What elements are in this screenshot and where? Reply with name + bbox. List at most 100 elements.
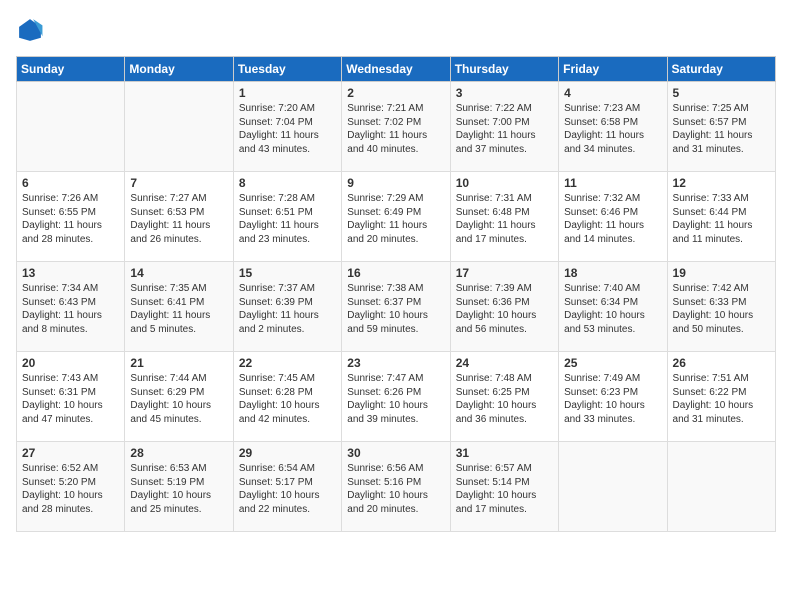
day-number: 14 — [130, 266, 227, 280]
cell-details: Sunrise: 7:49 AM Sunset: 6:23 PM Dayligh… — [564, 372, 661, 426]
calendar-table: SundayMondayTuesdayWednesdayThursdayFrid… — [16, 56, 776, 532]
cell-details: Sunrise: 7:29 AM Sunset: 6:49 PM Dayligh… — [347, 192, 444, 246]
calendar-cell — [667, 442, 775, 532]
day-number: 16 — [347, 266, 444, 280]
cell-details: Sunrise: 6:52 AM Sunset: 5:20 PM Dayligh… — [22, 462, 119, 516]
cell-details: Sunrise: 7:26 AM Sunset: 6:55 PM Dayligh… — [22, 192, 119, 246]
day-number: 29 — [239, 446, 336, 460]
calendar-cell: 9 Sunrise: 7:29 AM Sunset: 6:49 PM Daylig… — [342, 172, 450, 262]
cell-details: Sunrise: 7:32 AM Sunset: 6:46 PM Dayligh… — [564, 192, 661, 246]
day-header: Sunday — [17, 57, 125, 82]
calendar-cell: 30Sunrise: 6:56 AM Sunset: 5:16 PM Dayli… — [342, 442, 450, 532]
calendar-cell — [17, 82, 125, 172]
calendar-cell: 10Sunrise: 7:31 AM Sunset: 6:48 PM Dayli… — [450, 172, 558, 262]
cell-details: Sunrise: 7:28 AM Sunset: 6:51 PM Dayligh… — [239, 192, 336, 246]
calendar-cell: 7 Sunrise: 7:27 AM Sunset: 6:53 PM Daylig… — [125, 172, 233, 262]
calendar-cell: 8Sunrise: 7:28 AM Sunset: 6:51 PM Daylig… — [233, 172, 341, 262]
day-number: 3 — [456, 86, 553, 100]
calendar-week-row: 13Sunrise: 7:34 AM Sunset: 6:43 PM Dayli… — [17, 262, 776, 352]
cell-details: Sunrise: 7:38 AM Sunset: 6:37 PM Dayligh… — [347, 282, 444, 336]
calendar-cell: 11 Sunrise: 7:32 AM Sunset: 6:46 PM Dayli… — [559, 172, 667, 262]
cell-details: Sunrise: 7:21 AM Sunset: 7:02 PM Dayligh… — [347, 102, 444, 156]
calendar-cell: 13Sunrise: 7:34 AM Sunset: 6:43 PM Dayli… — [17, 262, 125, 352]
cell-details: Sunrise: 7:47 AM Sunset: 6:26 PM Dayligh… — [347, 372, 444, 426]
day-number: 30 — [347, 446, 444, 460]
cell-details: Sunrise: 7:27 AM Sunset: 6:53 PM Dayligh… — [130, 192, 227, 246]
calendar-cell: 20Sunrise: 7:43 AM Sunset: 6:31 PM Dayli… — [17, 352, 125, 442]
cell-details: Sunrise: 7:23 AM Sunset: 6:58 PM Dayligh… — [564, 102, 661, 156]
day-header: Saturday — [667, 57, 775, 82]
day-number: 24 — [456, 356, 553, 370]
calendar-cell: 31 Sunrise: 6:57 AM Sunset: 5:14 PM Dayli… — [450, 442, 558, 532]
calendar-cell: 26Sunrise: 7:51 AM Sunset: 6:22 PM Dayli… — [667, 352, 775, 442]
calendar-week-row: 6 Sunrise: 7:26 AM Sunset: 6:55 PM Daylig… — [17, 172, 776, 262]
day-header: Monday — [125, 57, 233, 82]
day-number: 10 — [456, 176, 553, 190]
calendar-cell: 2 Sunrise: 7:21 AM Sunset: 7:02 PM Daylig… — [342, 82, 450, 172]
calendar-week-row: 20Sunrise: 7:43 AM Sunset: 6:31 PM Dayli… — [17, 352, 776, 442]
cell-details: Sunrise: 7:45 AM Sunset: 6:28 PM Dayligh… — [239, 372, 336, 426]
day-number: 25 — [564, 356, 661, 370]
day-number: 23 — [347, 356, 444, 370]
day-number: 21 — [130, 356, 227, 370]
calendar-cell: 25 Sunrise: 7:49 AM Sunset: 6:23 PM Dayli… — [559, 352, 667, 442]
day-number: 2 — [347, 86, 444, 100]
calendar-cell: 16 Sunrise: 7:38 AM Sunset: 6:37 PM Dayli… — [342, 262, 450, 352]
calendar-cell: 3 Sunrise: 7:22 AM Sunset: 7:00 PM Daylig… — [450, 82, 558, 172]
cell-details: Sunrise: 7:51 AM Sunset: 6:22 PM Dayligh… — [673, 372, 770, 426]
logo-icon — [16, 16, 44, 44]
cell-details: Sunrise: 7:22 AM Sunset: 7:00 PM Dayligh… — [456, 102, 553, 156]
day-number: 28 — [130, 446, 227, 460]
cell-details: Sunrise: 6:53 AM Sunset: 5:19 PM Dayligh… — [130, 462, 227, 516]
cell-details: Sunrise: 7:33 AM Sunset: 6:44 PM Dayligh… — [673, 192, 770, 246]
day-number: 11 — [564, 176, 661, 190]
cell-details: Sunrise: 7:37 AM Sunset: 6:39 PM Dayligh… — [239, 282, 336, 336]
calendar-cell — [125, 82, 233, 172]
calendar-cell: 23 Sunrise: 7:47 AM Sunset: 6:26 PM Dayli… — [342, 352, 450, 442]
day-number: 6 — [22, 176, 119, 190]
calendar-cell: 29 Sunrise: 6:54 AM Sunset: 5:17 PM Dayli… — [233, 442, 341, 532]
day-number: 7 — [130, 176, 227, 190]
calendar-week-row: 1Sunrise: 7:20 AM Sunset: 7:04 PM Daylig… — [17, 82, 776, 172]
cell-details: Sunrise: 7:39 AM Sunset: 6:36 PM Dayligh… — [456, 282, 553, 336]
day-header: Thursday — [450, 57, 558, 82]
cell-details: Sunrise: 6:57 AM Sunset: 5:14 PM Dayligh… — [456, 462, 553, 516]
cell-details: Sunrise: 7:25 AM Sunset: 6:57 PM Dayligh… — [673, 102, 770, 156]
calendar-week-row: 27 Sunrise: 6:52 AM Sunset: 5:20 PM Dayli… — [17, 442, 776, 532]
calendar-cell: 27 Sunrise: 6:52 AM Sunset: 5:20 PM Dayli… — [17, 442, 125, 532]
page-header — [16, 16, 776, 44]
logo — [16, 16, 48, 44]
day-number: 31 — [456, 446, 553, 460]
calendar-cell — [559, 442, 667, 532]
calendar-cell: 6 Sunrise: 7:26 AM Sunset: 6:55 PM Daylig… — [17, 172, 125, 262]
cell-details: Sunrise: 7:42 AM Sunset: 6:33 PM Dayligh… — [673, 282, 770, 336]
cell-details: Sunrise: 7:43 AM Sunset: 6:31 PM Dayligh… — [22, 372, 119, 426]
day-header: Tuesday — [233, 57, 341, 82]
calendar-cell: 12 Sunrise: 7:33 AM Sunset: 6:44 PM Dayli… — [667, 172, 775, 262]
day-number: 5 — [673, 86, 770, 100]
calendar-cell: 14Sunrise: 7:35 AM Sunset: 6:41 PM Dayli… — [125, 262, 233, 352]
cell-details: Sunrise: 7:40 AM Sunset: 6:34 PM Dayligh… — [564, 282, 661, 336]
calendar-cell: 4 Sunrise: 7:23 AM Sunset: 6:58 PM Daylig… — [559, 82, 667, 172]
calendar-cell: 1Sunrise: 7:20 AM Sunset: 7:04 PM Daylig… — [233, 82, 341, 172]
day-number: 19 — [673, 266, 770, 280]
calendar-cell: 21 Sunrise: 7:44 AM Sunset: 6:29 PM Dayli… — [125, 352, 233, 442]
cell-details: Sunrise: 6:54 AM Sunset: 5:17 PM Dayligh… — [239, 462, 336, 516]
day-header: Friday — [559, 57, 667, 82]
day-number: 22 — [239, 356, 336, 370]
day-number: 9 — [347, 176, 444, 190]
calendar-cell: 28 Sunrise: 6:53 AM Sunset: 5:19 PM Dayli… — [125, 442, 233, 532]
calendar-cell: 5 Sunrise: 7:25 AM Sunset: 6:57 PM Daylig… — [667, 82, 775, 172]
day-number: 4 — [564, 86, 661, 100]
day-number: 27 — [22, 446, 119, 460]
calendar-cell: 19 Sunrise: 7:42 AM Sunset: 6:33 PM Dayli… — [667, 262, 775, 352]
day-number: 12 — [673, 176, 770, 190]
cell-details: Sunrise: 7:48 AM Sunset: 6:25 PM Dayligh… — [456, 372, 553, 426]
day-number: 13 — [22, 266, 119, 280]
cell-details: Sunrise: 7:44 AM Sunset: 6:29 PM Dayligh… — [130, 372, 227, 426]
day-header: Wednesday — [342, 57, 450, 82]
calendar-cell: 15Sunrise: 7:37 AM Sunset: 6:39 PM Dayli… — [233, 262, 341, 352]
day-number: 1 — [239, 86, 336, 100]
calendar-cell: 22 Sunrise: 7:45 AM Sunset: 6:28 PM Dayli… — [233, 352, 341, 442]
calendar-cell: 17Sunrise: 7:39 AM Sunset: 6:36 PM Dayli… — [450, 262, 558, 352]
